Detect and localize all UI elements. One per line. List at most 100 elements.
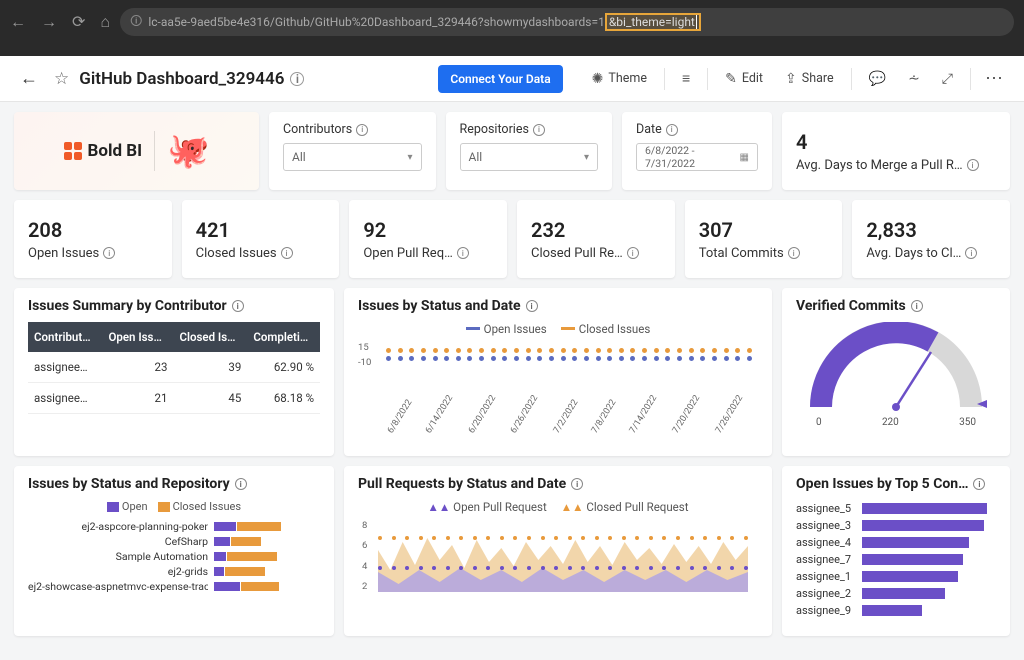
gauge-labels: 0220350: [796, 417, 996, 428]
info-icon[interactable]: i: [571, 478, 583, 490]
info-icon[interactable]: i: [911, 300, 923, 312]
card-title: Issues by Status and Repositoryi: [28, 476, 320, 492]
link-icon: ⩪: [908, 71, 920, 87]
globe-icon: 🛈: [130, 12, 142, 33]
brand-glyph-icon: [64, 142, 82, 160]
filter-icon: ≡: [682, 70, 690, 87]
issues-status-repo-card: Issues by Status and Repositoryi Open Cl…: [14, 466, 334, 636]
info-icon[interactable]: i: [627, 247, 639, 259]
info-icon[interactable]: i: [967, 159, 979, 171]
legend-closed: ▲▲ Closed Pull Request: [561, 500, 689, 514]
hbar-row: assignee_3: [796, 517, 996, 534]
info-icon[interactable]: i: [533, 124, 545, 136]
pr-status-date-card: Pull Requests by Status and Datei ▲▲ Ope…: [344, 466, 772, 636]
share-button[interactable]: ⇪Share: [776, 66, 843, 92]
comment-icon: 💬: [869, 71, 886, 87]
hbar-chart[interactable]: ej2-aspcore-planning-poker CefSharp Samp…: [28, 519, 320, 594]
contributors-select[interactable]: All▾: [283, 143, 422, 171]
hbar-row: assignee_1: [796, 568, 996, 585]
nav-back-icon[interactable]: ←: [10, 12, 26, 32]
card-title: Issues by Status and Datei: [358, 298, 758, 314]
url-bar[interactable]: 🛈 lc-aa5e-9aed5be4e316/Github/GitHub%20D…: [120, 8, 1014, 36]
gauge-chart[interactable]: [801, 322, 991, 417]
info-icon[interactable]: i: [788, 247, 800, 259]
chart-legend: Open Issues Closed Issues: [358, 322, 758, 336]
kpi-label: Open Issues i: [28, 246, 158, 261]
repo-bar-row: ej2-showcase-aspnetmvc-expense-tracker: [28, 579, 320, 594]
separator: [664, 68, 665, 90]
content-area: ← ☆ GitHub Dashboard_329446 i Connect Yo…: [0, 56, 1024, 660]
date-filter: Datei 6/8/2022 - 7/31/2022▦: [622, 112, 772, 190]
kpi-card: 208 Open Issues i: [14, 200, 172, 278]
filter-button[interactable]: ≡: [673, 65, 699, 92]
kpi-value: 2,833: [866, 218, 996, 242]
hbar-row: assignee_4: [796, 534, 996, 551]
closed-series: [386, 348, 752, 353]
chevron-down-icon: ▾: [407, 152, 412, 163]
back-button[interactable]: ←: [14, 64, 44, 93]
share-icon: ⇪: [785, 71, 797, 87]
dashboard-body: Bold BI 🐙 Contributorsi All▾ Repositorie…: [0, 102, 1024, 646]
separator: [707, 68, 708, 90]
info-icon[interactable]: i: [235, 478, 247, 490]
fullscreen-button[interactable]: ⤢: [933, 66, 962, 92]
topbar-actions: ✺Theme ≡ ✎Edit ⇪Share 💬 ⩪ ⤢ ⋯: [583, 65, 1010, 92]
table-header[interactable]: Closed Is…: [173, 322, 247, 352]
table-row[interactable]: assignee…214568.18 %: [28, 383, 320, 414]
top5-contributors-card: Open Issues by Top 5 Con…i assignee_5ass…: [782, 466, 1010, 636]
repo-bar-row: CefSharp: [28, 534, 320, 549]
url-highlight: &bi_theme=light: [605, 13, 701, 32]
info-icon[interactable]: i: [457, 247, 469, 259]
issues-status-date-card: Issues by Status and Datei Open Issues C…: [344, 288, 772, 456]
kpi-value: 208: [28, 218, 158, 242]
info-icon[interactable]: i: [666, 124, 678, 136]
favorite-icon[interactable]: ☆: [54, 69, 69, 89]
nav-forward-icon[interactable]: →: [41, 12, 57, 32]
edit-button[interactable]: ✎Edit: [716, 66, 772, 92]
info-icon[interactable]: i: [356, 124, 368, 136]
kpi-value: 232: [531, 218, 661, 242]
more-menu[interactable]: ⋯: [979, 68, 1010, 89]
kpi-label: Closed Pull Re… i: [531, 246, 661, 261]
info-icon[interactable]: i: [281, 247, 293, 259]
kpi-label: Total Commits i: [699, 246, 829, 261]
kpi-card: 307 Total Commits i: [685, 200, 843, 278]
chart-row-1: Issues Summary by Contributori Contribut…: [14, 288, 1010, 456]
table-header[interactable]: Completi…: [247, 322, 320, 352]
nav-controls: ← → ⟳ ⌂: [10, 12, 110, 32]
card-title: Issues Summary by Contributori: [28, 298, 320, 314]
nav-home-icon[interactable]: ⌂: [100, 12, 110, 32]
repositories-select[interactable]: All▾: [460, 143, 599, 171]
repo-bar-row: ej2-aspcore-planning-poker: [28, 519, 320, 534]
info-icon[interactable]: i: [232, 300, 244, 312]
info-icon[interactable]: i: [526, 300, 538, 312]
brand-card: Bold BI 🐙: [14, 112, 259, 190]
browser-chrome: ← → ⟳ ⌂ 🛈 lc-aa5e-9aed5be4e316/Github/Gi…: [0, 0, 1024, 44]
kpi-row: 208 Open Issues i 421 Closed Issues i 92…: [14, 200, 1010, 278]
kpi-card: 2,833 Avg. Days to Cl… i: [852, 200, 1010, 278]
area-chart[interactable]: 8642: [378, 520, 748, 610]
info-icon[interactable]: i: [973, 478, 985, 490]
comment-button[interactable]: 💬: [860, 66, 895, 92]
repo-bar-row: Sample Automation: [28, 549, 320, 564]
kpi-card: 92 Open Pull Req… i: [349, 200, 507, 278]
separator: [851, 68, 852, 90]
link-button[interactable]: ⩪: [899, 66, 929, 92]
table-header[interactable]: Contribut…: [28, 322, 102, 352]
hbar-row: assignee_2: [796, 585, 996, 602]
brand-logo: Bold BI: [64, 141, 143, 161]
info-icon[interactable]: i: [103, 247, 115, 259]
table-row[interactable]: assignee…233962.90 %: [28, 352, 320, 383]
info-icon[interactable]: i: [965, 247, 977, 259]
date-select[interactable]: 6/8/2022 - 7/31/2022▦: [636, 143, 758, 171]
info-icon[interactable]: i: [290, 72, 304, 86]
open-series: [386, 356, 752, 361]
legend-closed: Closed Issues: [561, 322, 651, 336]
theme-button[interactable]: ✺Theme: [583, 66, 656, 92]
table-header[interactable]: Open Iss…: [102, 322, 173, 352]
hbar-chart[interactable]: assignee_5assignee_3assignee_4assignee_7…: [796, 500, 996, 619]
nav-reload-icon[interactable]: ⟳: [72, 12, 85, 32]
connect-data-button[interactable]: Connect Your Data: [438, 65, 562, 93]
line-chart[interactable]: 15-10 6/8/20226/14/20226/20/20226/26/202…: [386, 342, 752, 402]
contributors-filter: Contributorsi All▾: [269, 112, 436, 190]
